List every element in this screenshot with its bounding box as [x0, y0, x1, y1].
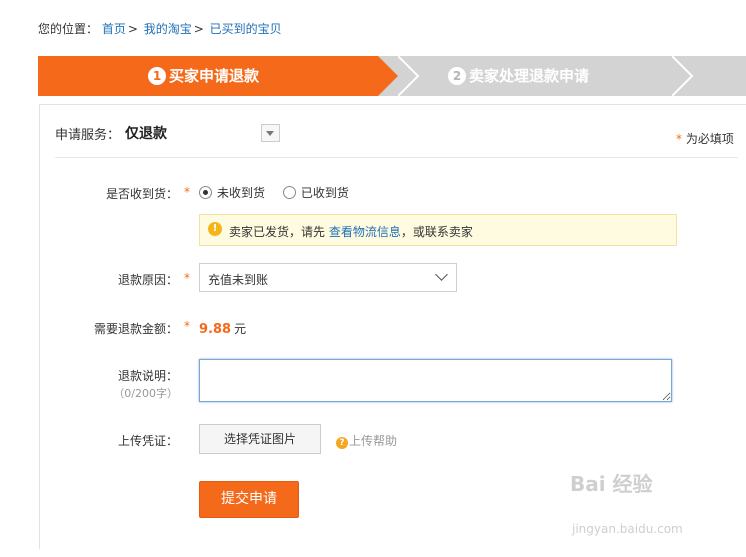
required-star: * — [184, 271, 190, 285]
view-logistics-link[interactable]: 查看物流信息 — [329, 225, 401, 239]
radio-not-received-label: 未收到货 — [217, 186, 266, 200]
breadcrumb: 您的位置： 首页 > 我的淘宝 > 已买到的宝贝 — [38, 20, 282, 37]
required-note-text: 为必填项 — [685, 132, 734, 146]
upload-help[interactable]: ? 上传帮助 — [336, 432, 397, 449]
voucher-label: 上传凭证： — [117, 434, 178, 448]
step-1-label: 1 买家申请退款 — [148, 56, 259, 96]
received-label: 是否收到货： — [105, 187, 178, 201]
info-icon: ! — [208, 222, 222, 236]
radio-received-input[interactable] — [282, 186, 296, 199]
required-star: * — [184, 185, 190, 199]
notice-text-after: ，或联系卖家 — [400, 225, 473, 239]
refund-amount: 9.88 元 — [199, 320, 246, 337]
step-2-label: 2 卖家处理退款申请 — [448, 56, 589, 96]
breadcrumb-link-home[interactable]: 首页 — [102, 22, 126, 36]
step-1-number: 1 — [148, 67, 166, 85]
amount-label: 需要退款金额： — [93, 322, 178, 336]
refund-amount-value: 9.88 — [199, 322, 232, 337]
submit-application-button[interactable]: 提交申请 — [199, 481, 299, 518]
description-label: 退款说明： — [117, 369, 178, 383]
radio-received[interactable]: 已收到货 — [282, 186, 349, 200]
refund-reason-value: 充值未到账 — [208, 273, 269, 287]
service-value: 仅退款 — [125, 126, 167, 142]
choose-voucher-image-button[interactable]: 选择凭证图片 — [199, 424, 321, 454]
received-radio-group: 未收到货 已收到货 — [199, 184, 349, 201]
breadcrumb-link-my-taobao[interactable]: 我的淘宝 — [144, 22, 192, 36]
baidu-jingyan-watermark: Bai 经验 — [570, 472, 653, 496]
required-note: * 为必填项 — [676, 130, 734, 147]
service-dropdown-toggle[interactable] — [261, 124, 280, 142]
refund-description-textarea[interactable] — [199, 359, 672, 402]
step-1-text: 买家申请退款 — [169, 67, 260, 85]
divider — [55, 157, 738, 158]
step-divider-chevron — [398, 56, 420, 96]
reason-label: 退款原因： — [117, 273, 178, 287]
notice-text-before: 卖家已发货，请先 — [229, 225, 329, 239]
step-divider-chevron — [672, 56, 694, 96]
upload-help-label: 上传帮助 — [349, 434, 398, 448]
description-char-count: （0/200字） — [113, 387, 178, 400]
required-star: * — [676, 132, 682, 146]
help-icon: ? — [336, 437, 348, 449]
breadcrumb-link-purchased[interactable]: 已买到的宝贝 — [210, 22, 282, 36]
refund-amount-unit: 元 — [234, 322, 247, 336]
refund-reason-select[interactable]: 充值未到账 — [199, 263, 457, 292]
radio-not-received[interactable]: 未收到货 — [199, 186, 269, 200]
breadcrumb-separator: > — [193, 22, 204, 36]
notice-text: 卖家已发货，请先 查看物流信息，或联系卖家 — [229, 223, 473, 240]
shipping-notice: ! 卖家已发货，请先 查看物流信息，或联系卖家 — [199, 214, 677, 246]
radio-received-label: 已收到货 — [300, 186, 349, 200]
breadcrumb-prefix: 您的位置： — [38, 22, 99, 36]
radio-not-received-input[interactable] — [199, 186, 212, 199]
service-label: 申请服务： — [55, 128, 121, 143]
step-2-text: 卖家处理退款申请 — [469, 67, 590, 85]
breadcrumb-separator: > — [127, 22, 138, 36]
refund-steps: 1 买家申请退款 2 卖家处理退款申请 — [38, 56, 746, 96]
chevron-down-icon — [435, 268, 448, 281]
required-star: * — [184, 319, 190, 333]
watermark-url: jingyan.baidu.com — [572, 522, 683, 536]
step-2-number: 2 — [448, 67, 466, 85]
